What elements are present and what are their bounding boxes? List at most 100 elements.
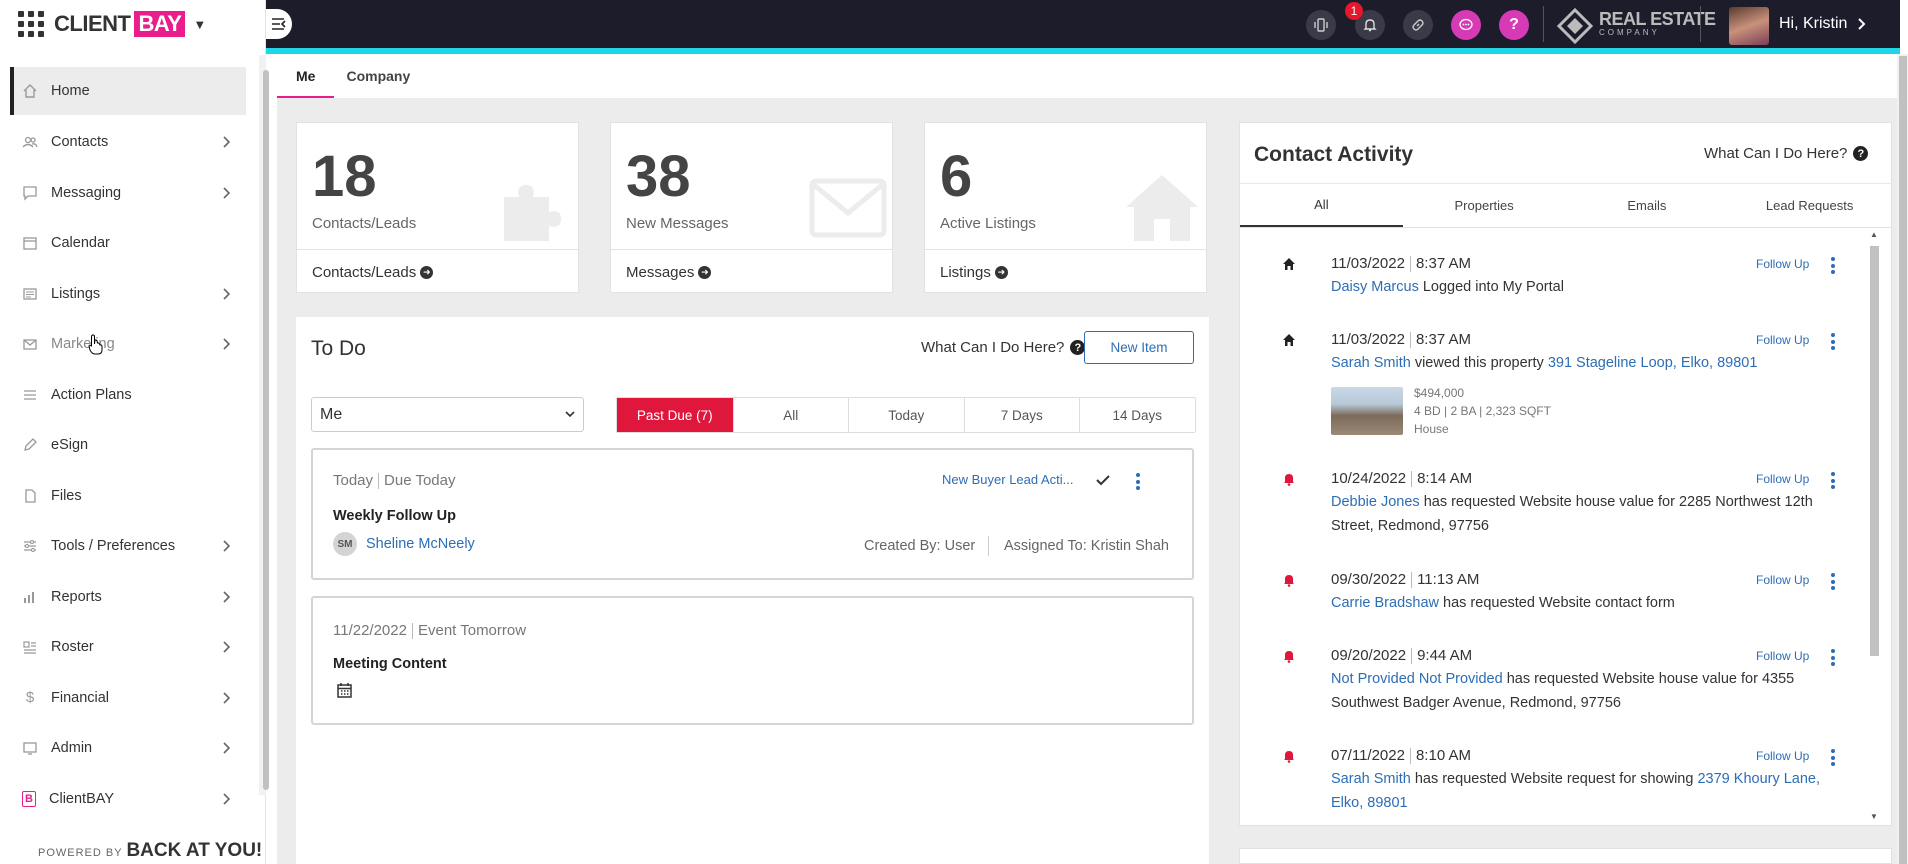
stat-link-label: Contacts/Leads (312, 263, 417, 281)
sidebar-item-roster[interactable]: Roster (10, 622, 246, 673)
apps-grid-icon[interactable] (18, 11, 44, 37)
marketing-icon (22, 336, 38, 352)
activity-time: 8:37 AM (1415, 331, 1472, 348)
kebab-menu-icon[interactable] (1136, 473, 1140, 490)
brand-logo-client: CLIENT (54, 11, 131, 36)
user-menu[interactable]: Hi, Kristin (1779, 15, 1867, 33)
task-date: Today Due Today (333, 472, 455, 489)
contact-link[interactable]: Daisy Marcus (1331, 279, 1419, 295)
sidebar-item-admin[interactable]: Admin (10, 723, 246, 774)
activity-title: Contact Activity (1254, 143, 1414, 166)
filter-past-due[interactable]: Past Due (7) (617, 398, 733, 432)
arrow-circle-right-icon: ➜ (698, 265, 712, 279)
tab-lead-requests[interactable]: Lead Requests (1728, 184, 1891, 227)
sidebar-item-home[interactable]: Home (10, 67, 246, 115)
sidebar-item-label: Contacts (51, 134, 109, 151)
activity-scrollbar-thumb[interactable] (1870, 246, 1879, 656)
filter-7-days[interactable]: 7 Days (963, 398, 1080, 432)
app-switcher[interactable]: CLIENT BAY ▼ (18, 6, 206, 42)
help-link-label: What Can I Do Here? (921, 339, 1065, 356)
follow-up-link[interactable]: Follow Up (1756, 257, 1809, 271)
tab-me[interactable]: Me (277, 60, 335, 98)
sidebar-item-esign[interactable]: eSign (10, 420, 246, 471)
contact-link[interactable]: Carrie Bradshaw (1331, 595, 1439, 611)
messages-link[interactable]: Messages ➜ (611, 249, 892, 294)
chevron-right-icon (223, 187, 230, 199)
sidebar-item-contacts[interactable]: Contacts (10, 117, 246, 168)
follow-up-link[interactable]: Follow Up (1756, 649, 1809, 663)
avatar[interactable] (1729, 7, 1769, 45)
task-contact-link[interactable]: Sheline McNeely (366, 536, 475, 552)
assignee-select-value: Me (320, 405, 343, 423)
follow-up-link[interactable]: Follow Up (1756, 333, 1809, 347)
sidebar-item-clientbay[interactable]: B ClientBAY (10, 774, 246, 825)
task-card[interactable]: Today Due Today New Buyer Lead Acti... W… (311, 448, 1194, 580)
contact-link[interactable]: Not Provided Not Provided (1331, 671, 1503, 687)
todo-title: To Do (311, 337, 366, 360)
chevron-down-icon[interactable]: ▼ (193, 17, 206, 32)
new-item-button[interactable]: New Item (1084, 331, 1194, 364)
activity-help-link[interactable]: What Can I Do Here? ? (1704, 145, 1869, 162)
follow-up-link[interactable]: Follow Up (1756, 472, 1809, 486)
sidebar-item-label: ClientBAY (49, 790, 115, 807)
chat-button[interactable] (1451, 10, 1481, 40)
follow-up-link[interactable]: Follow Up (1756, 749, 1809, 763)
kebab-menu-icon[interactable] (1831, 333, 1835, 350)
sidebar-item-action-plans[interactable]: Action Plans (10, 370, 246, 421)
checkmark-icon[interactable] (1096, 475, 1110, 486)
contact-link[interactable]: Sarah Smith (1331, 355, 1411, 371)
sidebar-item-listings[interactable]: Listings (10, 269, 246, 320)
sidebar-item-label: Action Plans (51, 386, 132, 403)
filter-today[interactable]: Today (848, 398, 964, 432)
kebab-menu-icon[interactable] (1831, 649, 1835, 666)
kebab-menu-icon[interactable] (1831, 257, 1835, 274)
sidebar-item-tools-preferences[interactable]: Tools / Preferences (10, 521, 246, 572)
filter-14-days[interactable]: 14 Days (1079, 398, 1195, 432)
sidebar-item-financial[interactable]: $ Financial (10, 673, 246, 724)
sidebar-item-label: Home (51, 83, 90, 99)
task-action-plan-link[interactable]: New Buyer Lead Acti... (942, 472, 1074, 487)
sidebar-scrollbar-thumb[interactable] (263, 70, 269, 790)
activity-text: Carrie Bradshaw has requested Website co… (1331, 591, 1821, 615)
help-button[interactable]: ? (1499, 10, 1529, 40)
sidebar-item-label: Calendar (51, 235, 110, 252)
property-type: House (1414, 422, 1449, 436)
stat-value: 6 (940, 144, 973, 209)
property-link[interactable]: 391 Stageline Loop, Elko, 89801 (1548, 355, 1758, 371)
tab-properties[interactable]: Properties (1403, 184, 1566, 227)
sidebar-toggle-button[interactable] (266, 9, 292, 39)
listings-link[interactable]: Listings ➜ (925, 249, 1206, 294)
envelope-icon (809, 178, 887, 238)
sidebar-item-reports[interactable]: Reports (10, 572, 246, 623)
puzzle-icon (504, 185, 561, 241)
contacts-link[interactable]: Contacts/Leads ➜ (297, 249, 578, 294)
page-scrollbar-thumb[interactable] (1899, 56, 1907, 864)
task-card[interactable]: 11/22/2022 Event Tomorrow Meeting Conten… (311, 596, 1194, 725)
phone-button[interactable] (1306, 10, 1336, 40)
sidebar-item-label: Reports (51, 588, 102, 605)
kebab-menu-icon[interactable] (1831, 573, 1835, 590)
contact-link[interactable]: Debbie Jones (1331, 494, 1420, 510)
kebab-menu-icon[interactable] (1831, 472, 1835, 489)
stat-card-contacts: 18 Contacts/Leads Contacts/Leads ➜ (296, 122, 579, 293)
property-thumbnail[interactable] (1331, 387, 1403, 435)
sidebar-item-marketing[interactable]: Marketing (10, 319, 246, 370)
sidebar-item-label: Financial (51, 689, 110, 706)
tab-emails[interactable]: Emails (1566, 184, 1729, 227)
activity-scrollbar[interactable]: ▲ ▼ (1866, 228, 1880, 822)
tab-company[interactable]: Company (334, 60, 429, 98)
tab-all[interactable]: All (1240, 184, 1403, 227)
sidebar-item-files[interactable]: Files (10, 471, 246, 522)
sidebar-item-calendar[interactable]: Calendar (10, 218, 246, 269)
contact-link[interactable]: Sarah Smith (1331, 771, 1411, 787)
assignee-select[interactable]: Me (311, 397, 584, 432)
activity-text: Daisy Marcus Logged into My Portal (1331, 275, 1821, 299)
todo-help-link[interactable]: What Can I Do Here? ? (921, 339, 1086, 356)
links-button[interactable] (1403, 10, 1433, 40)
filter-all[interactable]: All (732, 398, 849, 432)
task-date-label: 11/22/2022 (333, 622, 407, 639)
sidebar-item-messaging[interactable]: Messaging (10, 168, 246, 219)
follow-up-link[interactable]: Follow Up (1756, 573, 1809, 587)
activity-date: 11/03/2022 (1331, 331, 1405, 348)
kebab-menu-icon[interactable] (1831, 749, 1835, 766)
